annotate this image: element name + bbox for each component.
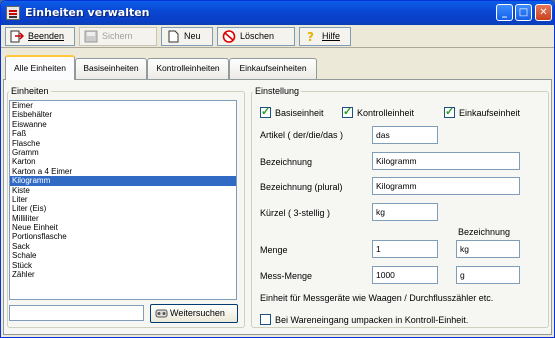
menge-label: Menge [260, 245, 288, 255]
list-item[interactable]: Karton [10, 157, 236, 166]
list-item[interactable]: Flasche [10, 139, 236, 148]
hilfe-button[interactable]: ? Hilfe [299, 27, 351, 46]
settings-legend: Einstellung [255, 86, 300, 96]
list-item[interactable]: Eiswanne [10, 120, 236, 129]
list-item[interactable]: Karton a 4 Eimer [10, 167, 236, 176]
list-item[interactable]: Faß [10, 129, 236, 138]
basiseinheit-checkbox[interactable] [260, 105, 271, 118]
artikel-field[interactable]: das [372, 126, 438, 144]
title-bar: Einheiten verwalten _ □ ✕ [1, 1, 554, 25]
umpacken-label: Bei Wareneingang umpacken in Kontroll-Ei… [275, 315, 469, 325]
delete-icon [222, 30, 236, 43]
units-listbox[interactable]: Eimer Eisbehälter Eiswanne Faß Flasche Gramm K… [9, 100, 237, 300]
list-item[interactable]: Stück [10, 261, 236, 270]
info-text: Einheit für Messgeräte wie Waagen / Durc… [260, 293, 494, 303]
bezeichnung-column-header: Bezeichnung [458, 227, 511, 237]
toolbar: Beenden Sichern Neu Löschen ? Hilfe [1, 25, 554, 48]
app-icon [6, 6, 20, 20]
save-icon [84, 30, 98, 43]
tab-basiseinheiten[interactable]: Basiseinheiten [75, 58, 147, 79]
list-item[interactable]: Eimer [10, 101, 236, 110]
tab-alle-einheiten[interactable]: Alle Einheiten [5, 55, 75, 80]
neu-button[interactable]: Neu [161, 27, 213, 46]
tab-einkaufseinheiten[interactable]: Einkaufseinheiten [229, 58, 317, 79]
menge-field[interactable]: 1 [372, 240, 438, 258]
umpacken-checkbox[interactable] [260, 314, 271, 325]
list-item[interactable]: Milliliter [10, 214, 236, 223]
mess-menge-label: Mess-Menge [260, 271, 313, 281]
bezeichnung-field[interactable]: Kilogramm [372, 152, 520, 170]
list-item[interactable]: Kiste [10, 186, 236, 195]
weitersuchen-button[interactable]: Weitersuchen [150, 304, 238, 323]
tab-strip: Alle Einheiten Basiseinheiten Kontrollei… [1, 54, 554, 80]
window-title: Einheiten verwalten [25, 6, 150, 19]
artikel-label: Artikel ( der/die/das ) [260, 130, 344, 140]
svg-text:?: ? [307, 30, 314, 43]
beenden-button[interactable]: Beenden [5, 27, 75, 46]
list-item[interactable]: Sack [10, 242, 236, 251]
kuerzel-field[interactable]: kg [372, 203, 438, 221]
minimize-button[interactable]: _ [496, 4, 513, 21]
menge-unit-field[interactable]: kg [456, 240, 520, 258]
bezeichnung-label: Bezeichnung [260, 157, 313, 167]
list-item[interactable]: Portionsflasche [10, 232, 236, 241]
mess-menge-unit-field[interactable]: g [456, 266, 520, 284]
new-document-icon [168, 30, 179, 43]
list-item[interactable]: Zähler [10, 270, 236, 279]
list-item[interactable]: Gramm [10, 148, 236, 157]
list-item[interactable]: Schale [10, 251, 236, 260]
list-item[interactable]: Eisbehälter [10, 110, 236, 119]
kontrolleinheit-label: Kontrolleinheit [357, 108, 415, 118]
tab-kontrolleinheiten[interactable]: Kontrolleinheiten [147, 58, 229, 79]
search-input[interactable] [9, 305, 144, 321]
list-item[interactable]: Liter (Eis) [10, 204, 236, 213]
units-legend: Einheiten [11, 86, 49, 96]
kuerzel-label: Kürzel ( 3-stellig ) [260, 208, 331, 218]
plural-field[interactable]: Kilogramm [372, 177, 520, 195]
close-button[interactable]: ✕ [535, 4, 552, 21]
loeschen-button[interactable]: Löschen [217, 27, 295, 46]
basiseinheit-label: Basiseinheit [275, 108, 324, 118]
einkaufseinheit-label: Einkaufseinheit [459, 108, 521, 118]
mess-menge-field[interactable]: 1000 [372, 266, 438, 284]
sichern-button[interactable]: Sichern [79, 27, 157, 46]
search-icon [155, 309, 168, 318]
einkaufseinheit-checkbox[interactable] [444, 105, 455, 118]
help-icon: ? [307, 30, 314, 43]
list-item[interactable]: Liter [10, 195, 236, 204]
list-item[interactable]: Kilogramm [10, 176, 236, 186]
main-window: Einheiten verwalten _ □ ✕ Beenden Sicher… [0, 0, 555, 338]
exit-icon [10, 30, 24, 43]
plural-label: Bezeichnung (plural) [260, 182, 343, 192]
kontrolleinheit-checkbox[interactable] [342, 105, 353, 118]
list-item[interactable]: Neue Einheit [10, 223, 236, 232]
maximize-button[interactable]: □ [515, 4, 532, 21]
